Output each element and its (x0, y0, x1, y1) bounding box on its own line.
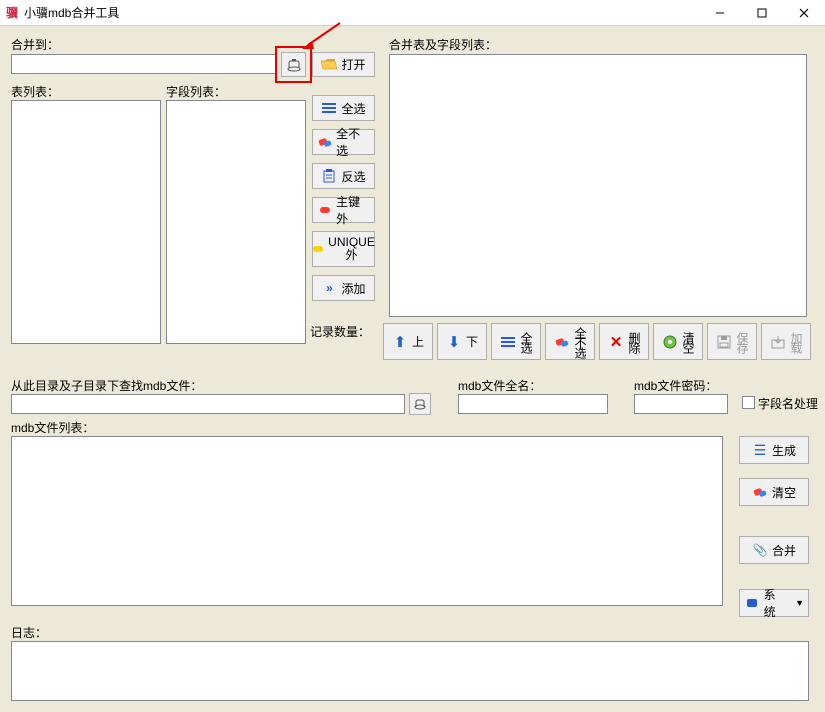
invert-selection-button[interactable]: 反选 (312, 163, 375, 189)
maximize-button[interactable] (741, 0, 783, 26)
open-button-label: 打开 (341, 56, 365, 73)
add-button-label: 添加 (341, 280, 365, 297)
fields-listbox[interactable] (166, 100, 306, 344)
toolbar-select-all-label: 全选 (520, 332, 532, 352)
record-count-label: 记录数量： (310, 323, 370, 340)
clipboard-icon (321, 168, 337, 184)
tables-label: 表列表： (11, 83, 59, 100)
fullname-input[interactable] (458, 394, 608, 414)
select-none-label: 全不选 (336, 125, 370, 159)
move-down-button[interactable]: ⬇ 下 (437, 323, 487, 360)
merge-button[interactable]: 📎 合并 (739, 536, 809, 564)
add-button[interactable]: » 添加 (312, 275, 375, 301)
annotation-red-arrow (300, 21, 345, 51)
unique-outside-button[interactable]: UNIQUE 外 (312, 231, 375, 267)
select-all-icon-2 (500, 334, 516, 350)
toolbar-select-all-button[interactable]: 全选 (491, 323, 541, 360)
generate-label: 生成 (772, 442, 796, 459)
title-bar: 骥 小骥mdb合并工具 (0, 0, 825, 26)
fields-label: 字段列表： (166, 83, 226, 100)
log-textarea[interactable] (11, 641, 809, 701)
invert-selection-label: 反选 (341, 168, 365, 185)
eraser-icon (317, 134, 332, 150)
fullname-label: mdb文件全名： (458, 377, 541, 394)
move-down-label: 下 (466, 333, 478, 350)
search-dir-input[interactable] (11, 394, 405, 414)
system-label: 系统 (764, 586, 787, 620)
merge-to-label: 合并到： (11, 36, 59, 53)
select-all-label: 全选 (341, 100, 365, 117)
select-all-button[interactable]: 全选 (312, 95, 375, 121)
save-button[interactable]: 保存 (707, 323, 757, 360)
save-label: 保存 (736, 332, 748, 352)
close-icon (799, 8, 809, 18)
list-icon: ☰ (752, 442, 768, 458)
blue-square-icon (744, 595, 760, 611)
clear-files-button[interactable]: 清空 (739, 478, 809, 506)
fieldname-proc-label: 字段名处理 (758, 395, 818, 412)
arrow-up-icon: ⬆ (392, 334, 408, 350)
eraser-icon-3 (752, 484, 768, 500)
browse-icon (286, 57, 302, 73)
search-dir-label: 从此目录及子目录下查找mdb文件： (11, 377, 202, 394)
red-dot-icon (317, 202, 332, 218)
delete-button[interactable]: ✕ 删除 (599, 323, 649, 360)
yellow-dot-icon (312, 241, 324, 257)
save-icon (716, 334, 732, 350)
paperclip-icon: 📎 (752, 542, 768, 558)
load-icon (770, 334, 786, 350)
eraser-icon-2 (554, 334, 570, 350)
browse-icon-2 (412, 396, 428, 412)
chevron-down-icon: ▼ (795, 598, 804, 608)
search-dir-browse-button[interactable] (409, 393, 431, 415)
load-button[interactable]: 加载 (761, 323, 811, 360)
filelist-listbox[interactable] (11, 436, 723, 606)
arrow-down-icon: ⬇ (446, 334, 462, 350)
open-button[interactable]: 打开 (312, 52, 375, 77)
move-up-label: 上 (412, 333, 424, 350)
password-label: mdb文件密码： (634, 377, 717, 394)
minimize-icon (715, 8, 725, 18)
close-button[interactable] (783, 0, 825, 26)
folder-open-icon (321, 57, 337, 73)
merge-tables-fields-label: 合并表及字段列表： (389, 36, 497, 53)
clear-files-label: 清空 (772, 484, 796, 501)
password-input[interactable] (634, 394, 728, 414)
generate-button[interactable]: ☰ 生成 (739, 436, 809, 464)
filelist-label: mdb文件列表： (11, 419, 94, 436)
toolbar-select-none-label: 全不选 (574, 327, 586, 357)
system-dropdown-button[interactable]: 系统 ▼ (739, 589, 809, 617)
log-label: 日志： (11, 624, 47, 641)
toolbar-clear-label: 清空 (682, 332, 694, 352)
app-icon: 骥 (4, 5, 20, 21)
chevrons-right-icon: » (321, 280, 337, 296)
delete-label: 删除 (628, 332, 640, 352)
merge-to-input[interactable] (11, 54, 277, 74)
select-all-icon (321, 100, 337, 116)
move-up-button[interactable]: ⬆ 上 (383, 323, 433, 360)
disc-icon (662, 334, 678, 350)
minimize-button[interactable] (699, 0, 741, 26)
window-title: 小骥mdb合并工具 (24, 4, 699, 21)
tables-listbox[interactable] (11, 100, 161, 344)
toolbar-clear-button[interactable]: 清空 (653, 323, 703, 360)
fieldname-proc-checkbox[interactable] (742, 396, 755, 409)
merge-label: 合并 (772, 542, 796, 559)
client-area: 合并到： 打开 表列表： 字段列表： 全选 全不选 反选 主键外 (0, 26, 825, 712)
toolbar-select-none-button[interactable]: 全不选 (545, 323, 595, 360)
load-label: 加载 (790, 332, 802, 352)
pk-outside-button[interactable]: 主键外 (312, 197, 375, 223)
maximize-icon (757, 8, 767, 18)
pk-outside-label: 主键外 (336, 193, 370, 227)
select-none-button[interactable]: 全不选 (312, 129, 375, 155)
unique-outside-label: UNIQUE 外 (328, 236, 375, 262)
x-icon: ✕ (608, 334, 624, 350)
merge-tables-fields-listbox[interactable] (389, 54, 807, 317)
browse-button[interactable] (281, 52, 306, 77)
